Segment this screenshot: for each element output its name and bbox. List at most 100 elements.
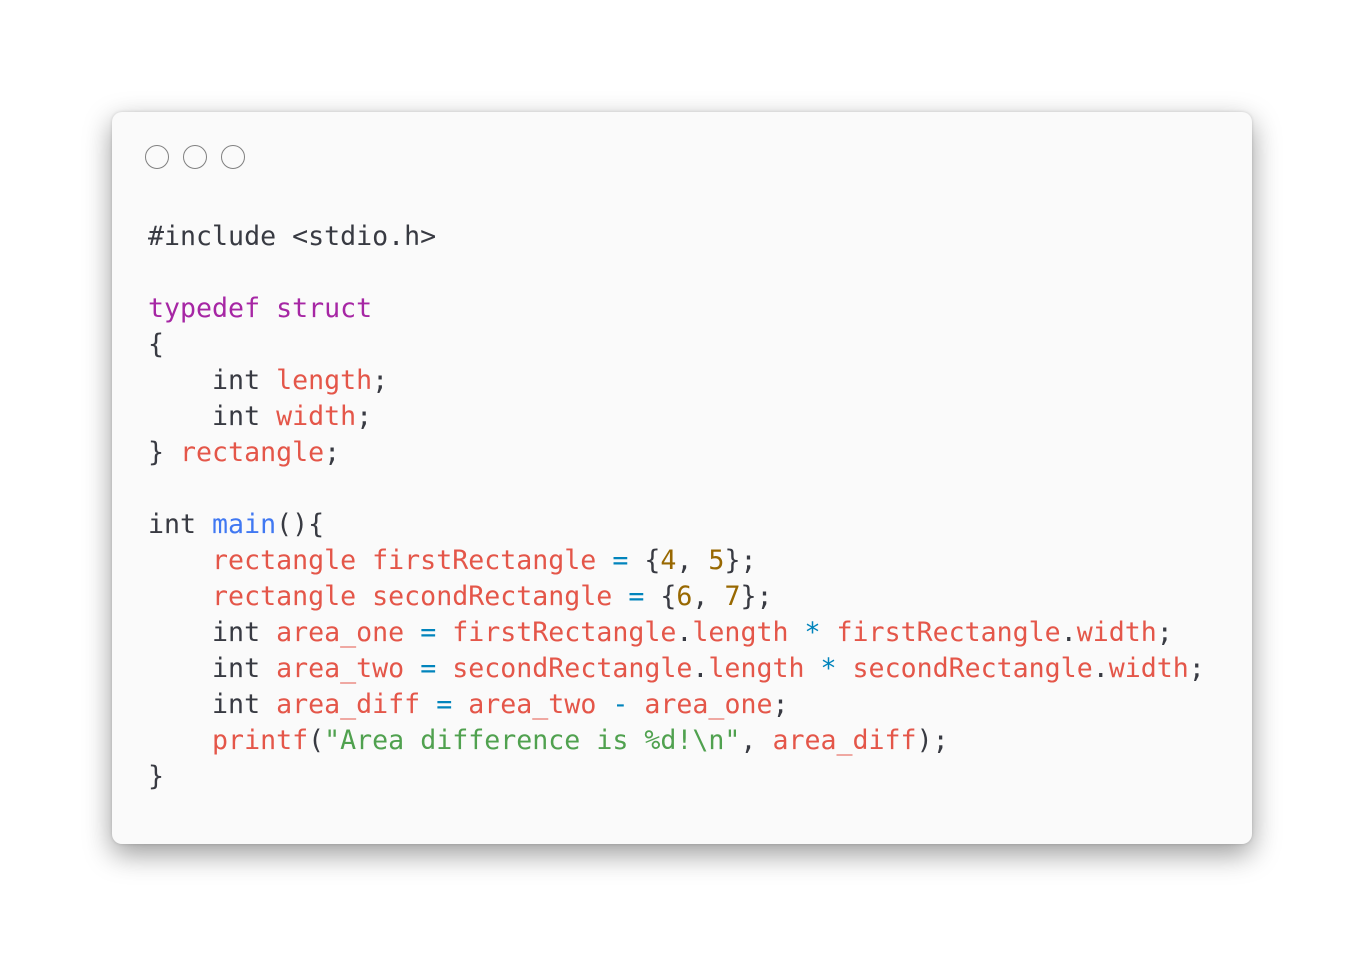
code-line: rectangle firstRectangle = {4, 5}; bbox=[148, 543, 1205, 579]
code-token: area_one bbox=[276, 617, 405, 648]
code-token: int bbox=[148, 401, 277, 432]
code-token: rectangle firstRectangle bbox=[212, 545, 597, 576]
code-line: { bbox=[148, 327, 1205, 363]
code-token: area_two bbox=[468, 689, 597, 720]
code-token: , bbox=[740, 725, 773, 756]
code-token: }; bbox=[724, 545, 757, 576]
code-token: (){ bbox=[276, 509, 325, 540]
code-token: ; bbox=[372, 365, 389, 396]
code-token: . bbox=[1092, 653, 1109, 684]
window-controls bbox=[145, 145, 245, 169]
code-token: , bbox=[692, 581, 725, 612]
code-window: #include <stdio.h> typedef struct{ int le… bbox=[112, 112, 1252, 844]
code-token: = bbox=[420, 617, 437, 648]
code-token: width bbox=[1108, 653, 1189, 684]
minimize-dot-icon[interactable] bbox=[183, 145, 207, 169]
code-token: ; bbox=[324, 437, 341, 468]
code-token: 7 bbox=[724, 581, 741, 612]
code-token: typedef bbox=[148, 293, 261, 324]
code-line: int area_diff = area_two - area_one; bbox=[148, 687, 1205, 723]
code-token: int bbox=[148, 365, 277, 396]
code-token: ; bbox=[1188, 653, 1205, 684]
code-token: { bbox=[644, 581, 677, 612]
maximize-dot-icon[interactable] bbox=[221, 145, 245, 169]
code-token: area_diff bbox=[772, 725, 917, 756]
code-token: ); bbox=[916, 725, 949, 756]
code-token: = bbox=[436, 689, 453, 720]
code-token: struct bbox=[276, 293, 373, 324]
code-token: int bbox=[148, 653, 277, 684]
code-token: , bbox=[676, 545, 709, 576]
code-token: #include <stdio.h> bbox=[148, 221, 437, 252]
code-token: . bbox=[1060, 617, 1077, 648]
code-token: 5 bbox=[708, 545, 725, 576]
code-token: "Area difference is %d!\n" bbox=[324, 725, 741, 756]
code-token: firstRectangle bbox=[452, 617, 677, 648]
code-token: ; bbox=[356, 401, 373, 432]
code-token: ; bbox=[1156, 617, 1173, 648]
code-line: } bbox=[148, 759, 1205, 795]
code-token: - bbox=[612, 689, 629, 720]
code-token: { bbox=[628, 545, 661, 576]
code-line: } rectangle; bbox=[148, 435, 1205, 471]
code-token: 4 bbox=[660, 545, 677, 576]
code-token: } bbox=[148, 761, 165, 792]
close-dot-icon[interactable] bbox=[145, 145, 169, 169]
code-line: printf("Area difference is %d!\n", area_… bbox=[148, 723, 1205, 759]
code-token: width bbox=[276, 401, 357, 432]
code-token: . bbox=[676, 617, 693, 648]
code-token: length bbox=[276, 365, 373, 396]
code-token: area_two bbox=[276, 653, 405, 684]
code-token: int bbox=[148, 689, 277, 720]
code-block: #include <stdio.h> typedef struct{ int le… bbox=[148, 219, 1205, 795]
code-token: length bbox=[692, 617, 789, 648]
code-line: int area_one = firstRectangle.length * f… bbox=[148, 615, 1205, 651]
code-token: width bbox=[1076, 617, 1157, 648]
code-token: length bbox=[708, 653, 805, 684]
code-token: area_diff bbox=[276, 689, 421, 720]
code-token: secondRectangle bbox=[452, 653, 693, 684]
code-token: int bbox=[148, 509, 213, 540]
code-token: main bbox=[212, 509, 277, 540]
code-token: printf bbox=[212, 725, 309, 756]
code-line: int width; bbox=[148, 399, 1205, 435]
code-token: }; bbox=[740, 581, 773, 612]
code-token: } bbox=[148, 437, 181, 468]
code-token: ; bbox=[772, 689, 789, 720]
code-token: int bbox=[148, 617, 277, 648]
code-token: ( bbox=[308, 725, 325, 756]
code-token: = bbox=[628, 581, 645, 612]
code-token: area_one bbox=[644, 689, 773, 720]
code-line: int area_two = secondRectangle.length * … bbox=[148, 651, 1205, 687]
code-token: { bbox=[148, 329, 165, 360]
code-token: . bbox=[692, 653, 709, 684]
code-token: 6 bbox=[676, 581, 693, 612]
code-line: #include <stdio.h> bbox=[148, 219, 1205, 255]
code-line: int main(){ bbox=[148, 507, 1205, 543]
code-token: firstRectangle bbox=[836, 617, 1061, 648]
code-token: secondRectangle bbox=[852, 653, 1093, 684]
code-token: rectangle secondRectangle bbox=[212, 581, 613, 612]
code-token: * bbox=[820, 653, 837, 684]
code-line: typedef struct bbox=[148, 291, 1205, 327]
code-token: = bbox=[420, 653, 437, 684]
code-token: * bbox=[804, 617, 821, 648]
